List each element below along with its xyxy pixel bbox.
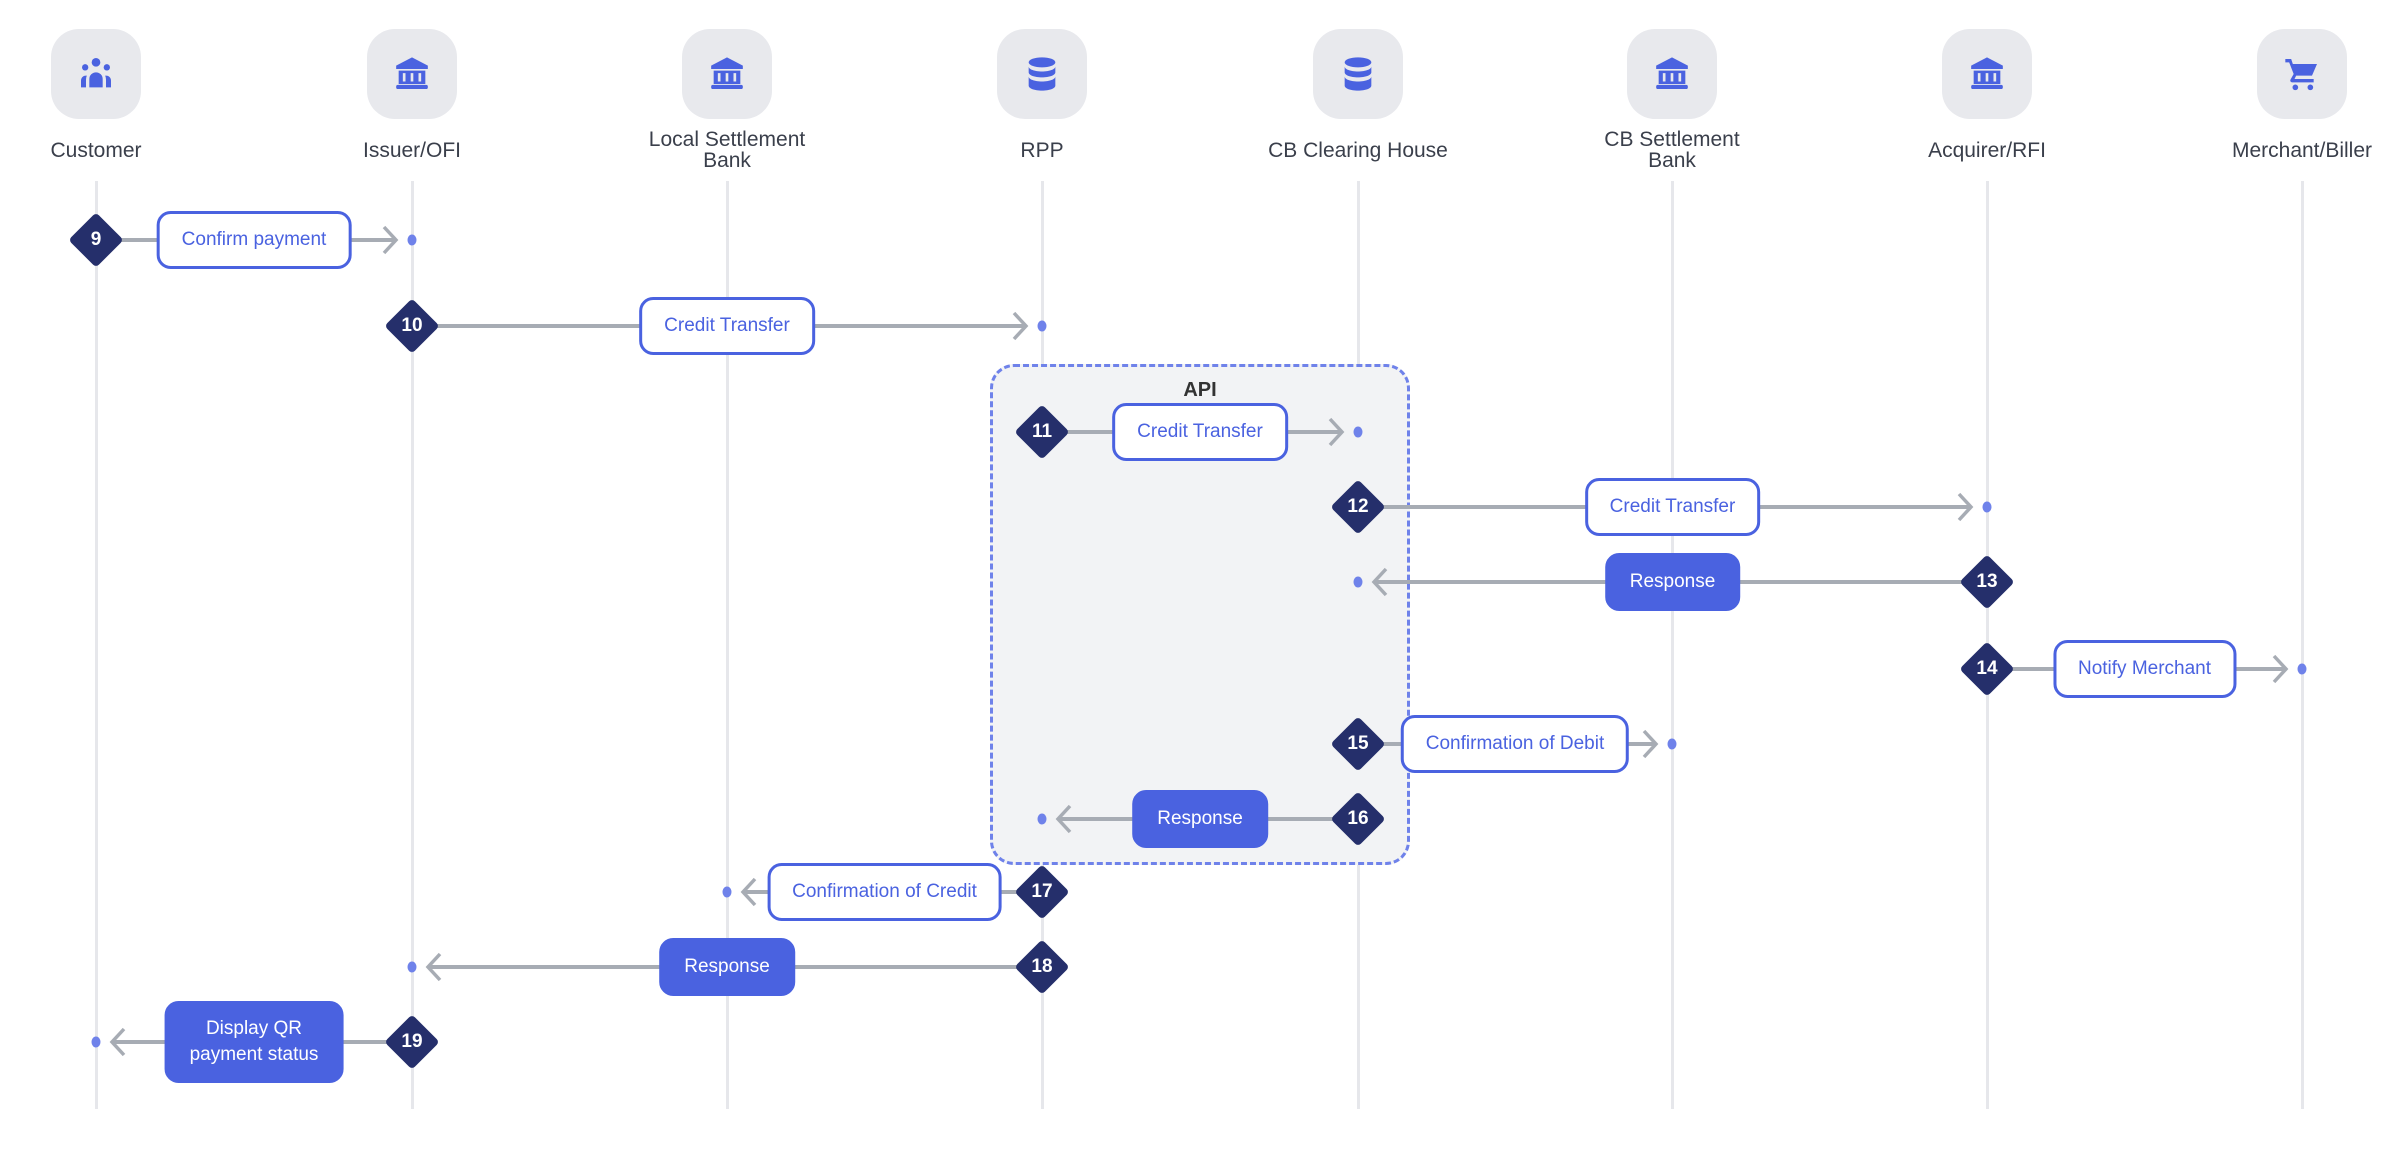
participant-label: RPP	[1020, 138, 1064, 162]
step-number: 12	[1347, 496, 1369, 517]
step-number: 14	[1976, 658, 1998, 679]
participant-label: Merchant/Biller	[2231, 138, 2373, 162]
participant-label: Acquirer/RFI	[1928, 138, 2046, 162]
database-icon	[997, 29, 1087, 119]
bank-icon	[1627, 29, 1717, 119]
database-icon	[1313, 29, 1403, 119]
connectors	[91, 225, 2307, 1057]
cart-icon	[2257, 29, 2347, 119]
bank-icon	[367, 29, 457, 119]
endpoint-dot	[1037, 813, 1047, 825]
step-number: 19	[401, 1031, 423, 1052]
endpoint-dot	[1037, 320, 1047, 332]
endpoint-dot	[407, 961, 417, 973]
step-number: 18	[1031, 956, 1053, 977]
participant-issuer: Issuer/OFI	[312, 29, 512, 171]
step-18-message[interactable]: Response	[659, 938, 795, 996]
step-number: 16	[1347, 808, 1369, 829]
participant-label: Local Settlement Bank	[648, 128, 806, 172]
users-icon	[51, 29, 141, 119]
step-14-message[interactable]: Notify Merchant	[2052, 640, 2237, 698]
endpoint-dot	[1353, 576, 1363, 588]
endpoint-dot	[1353, 426, 1363, 438]
step-16-message[interactable]: Response	[1132, 790, 1268, 848]
bank-icon	[682, 29, 772, 119]
step-number: 17	[1031, 881, 1053, 902]
bank-icon	[1942, 29, 2032, 119]
participant-acquirer: Acquirer/RFI	[1887, 29, 2087, 171]
step-11-message[interactable]: Credit Transfer	[1112, 403, 1288, 461]
endpoint-dot	[407, 234, 417, 246]
step-number: 13	[1976, 571, 1998, 592]
participant-label: CB Settlement Bank	[1604, 128, 1740, 172]
endpoint-dot	[1982, 501, 1992, 513]
participant-label: Issuer/OFI	[362, 138, 462, 162]
step-number: 11	[1031, 421, 1053, 442]
participant-merchant: Merchant/Biller	[2202, 29, 2400, 171]
participant-cb_clearing: CB Clearing House	[1258, 29, 1458, 171]
endpoint-dot	[1667, 738, 1677, 750]
step-17-message[interactable]: Confirmation of Credit	[767, 863, 1002, 921]
participant-local_settlement: Local Settlement Bank	[627, 29, 827, 171]
step-13-message[interactable]: Response	[1604, 553, 1741, 611]
step-12-message[interactable]: Credit Transfer	[1584, 478, 1761, 536]
endpoint-dot	[722, 886, 732, 898]
participant-cb_settlement: CB Settlement Bank	[1572, 29, 1772, 171]
step-19-message[interactable]: Display QR payment status	[164, 1001, 344, 1083]
step-10-message[interactable]: Credit Transfer	[639, 297, 815, 355]
participant-label: CB Clearing House	[1268, 138, 1448, 162]
participant-label: Customer	[50, 138, 142, 162]
endpoint-dot	[91, 1036, 101, 1048]
participant-rpp: RPP	[942, 29, 1142, 171]
participant-customer: Customer	[0, 29, 196, 171]
step-15-message[interactable]: Confirmation of Debit	[1400, 715, 1630, 773]
step-number: 10	[401, 315, 423, 336]
step-9-message[interactable]: Confirm payment	[156, 211, 352, 269]
step-number: 9	[90, 229, 102, 250]
endpoint-dot	[2297, 663, 2307, 675]
step-number: 15	[1347, 733, 1369, 754]
